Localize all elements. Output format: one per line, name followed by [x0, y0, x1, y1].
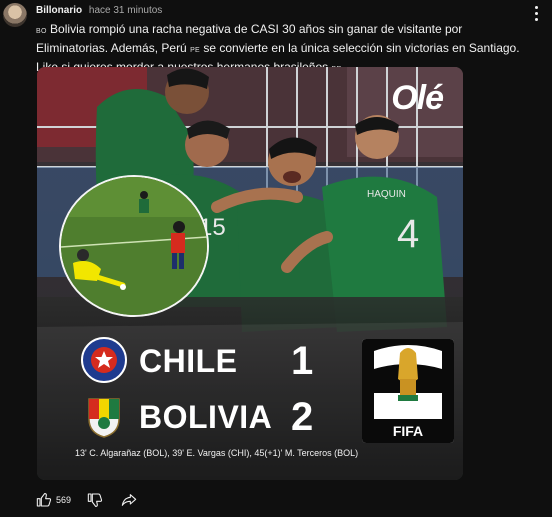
bolivia-flag: BO	[36, 28, 47, 35]
scoreboard-row-chile: CHILE 1	[77, 335, 317, 385]
world-cup-2026-emblem: FIFA	[362, 339, 454, 443]
chile-crest-icon	[81, 337, 127, 383]
post-actions: 569	[36, 490, 137, 510]
home-team-name: CHILE	[139, 343, 238, 379]
away-team-name: BOLIVIA	[139, 399, 273, 435]
avatar[interactable]	[3, 3, 27, 27]
scoreboard-row-bolivia: BOLIVIA 2	[77, 391, 317, 441]
goal-inset	[59, 175, 209, 317]
shirt-name-right: HAQUIN	[367, 189, 406, 200]
post-image[interactable]: 15 HAQUIN 4 Olé CHILE 1 BOLIVIA 2 FIFA 1…	[37, 67, 463, 480]
author-name[interactable]: Billonario	[36, 5, 82, 16]
like-button[interactable]: 569	[36, 492, 87, 508]
thumbs-up-icon	[36, 493, 52, 507]
goal-scene	[61, 177, 207, 315]
more-options-icon[interactable]	[532, 4, 540, 22]
shirt-number-right: 4	[397, 212, 419, 256]
dislike-button[interactable]	[87, 492, 103, 508]
thumbs-down-icon	[87, 493, 103, 507]
like-count: 569	[56, 495, 72, 505]
home-score: 1	[291, 339, 314, 383]
fifa-label: FIFA	[392, 423, 424, 439]
post-timestamp[interactable]: hace 31 minutos	[89, 5, 162, 16]
ole-logo: Olé	[391, 79, 444, 118]
peru-flag: PE	[190, 47, 201, 54]
logo-text: Olé	[391, 79, 444, 117]
share-button[interactable]	[121, 492, 137, 508]
author-line: Billonario hace 31 minutos	[36, 5, 162, 16]
away-score: 2	[291, 395, 314, 439]
goal-scorers: 13' C. Algarañaz (BOL), 39' E. Vargas (C…	[75, 448, 359, 458]
share-icon	[121, 494, 137, 506]
bolivia-crest-icon	[88, 398, 120, 438]
